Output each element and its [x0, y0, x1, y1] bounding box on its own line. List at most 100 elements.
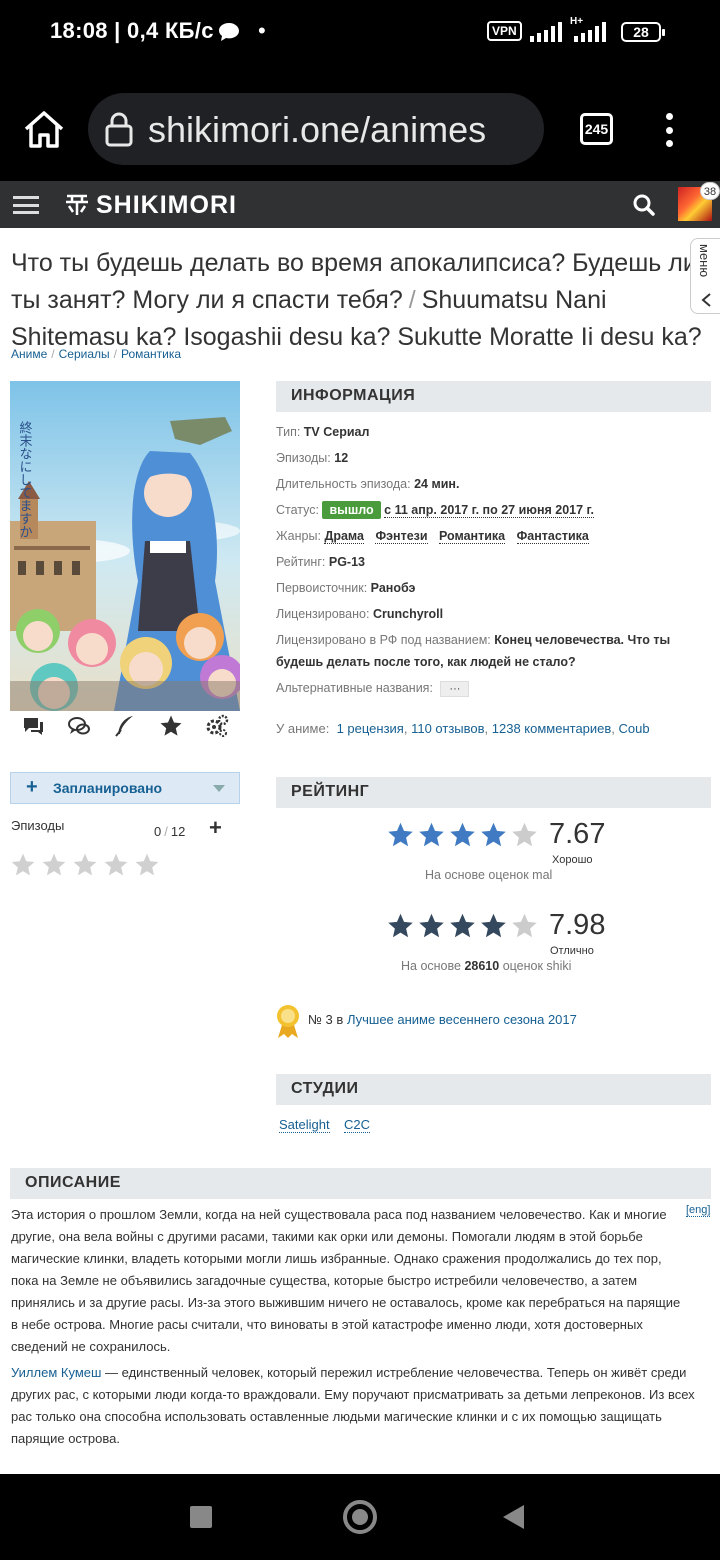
system-navigation-bar [0, 1474, 720, 1560]
studio-c2c[interactable]: C2C [344, 1117, 371, 1133]
user-rating-stars[interactable] [10, 852, 160, 878]
shiki-star-icon [388, 913, 413, 937]
breadcrumb-anime[interactable]: Аниме [11, 347, 47, 361]
url-text: shikimori.one/animes [148, 109, 487, 150]
mal-basis: На основе оценок mal [425, 868, 553, 882]
alt-names-expand[interactable]: ··· [440, 681, 470, 697]
comments-link[interactable]: 1238 комментариев [492, 721, 612, 736]
award-medal-icon [277, 1005, 299, 1038]
hamburger-menu-icon[interactable] [13, 196, 39, 214]
signal-icon [530, 22, 562, 42]
info-type: Тип: TV Сериал [276, 425, 370, 439]
status-time: 18:08 | 0,4 КБ/с [50, 18, 214, 43]
opinions-link[interactable]: 110 отзывов [411, 721, 484, 736]
shiki-basis: На основе 28610 оценок shiki [401, 959, 572, 973]
status-badge: вышло [322, 501, 381, 519]
studio-satelight[interactable]: Satelight [279, 1117, 330, 1133]
studios-heading: СТУДИИ [276, 1074, 711, 1105]
info-licensed-ru: Лицензировано в РФ под названием: Конец … [276, 633, 671, 669]
user-star-icon[interactable] [72, 852, 98, 878]
genre-drama[interactable]: Драма [324, 529, 364, 544]
info-duration: Длительность эпизода: 24 мин. [276, 477, 460, 491]
mal-rating-word: Хорошо [552, 854, 593, 866]
info-status: Статус: вышло с 11 апр. 2017 г. по 27 ию… [276, 501, 594, 519]
status-dot: • [258, 18, 266, 43]
info-episodes: Эпизоды: 12 [276, 451, 349, 465]
side-menu-tab[interactable]: меню [690, 238, 720, 314]
breadcrumb-romance[interactable]: Романтика [121, 347, 181, 361]
shiki-rating-word: Отлично [550, 945, 594, 957]
browser-toolbar: shikimori.one/animes 245 [0, 66, 720, 181]
home-icon[interactable] [22, 109, 66, 149]
plus-icon: + [26, 776, 38, 798]
home-button-icon[interactable] [343, 1500, 377, 1534]
settings-gears-icon[interactable] [205, 714, 229, 738]
svg-text:終末なにしてますか: 終末なにしてますか [17, 420, 33, 538]
coub-link[interactable]: Coub [619, 721, 650, 736]
reviews-link[interactable]: 1 рецензия [337, 721, 404, 736]
search-icon[interactable] [633, 194, 655, 216]
site-logo[interactable]: SHIKIMORI [96, 191, 237, 220]
chat-bubble-icon [219, 23, 239, 41]
user-star-icon[interactable] [103, 852, 129, 878]
character-link[interactable]: Уиллем Кумеш [11, 1365, 101, 1380]
shiki-rating: 7.98 [386, 909, 605, 942]
planned-label: Запланировано [53, 780, 163, 796]
signal-icon-2 [574, 22, 606, 42]
description-heading: ОПИСАНИЕ [10, 1168, 711, 1199]
notification-badge: 38 [700, 182, 720, 200]
mal-rating: 7.67 [386, 818, 605, 851]
lock-icon [105, 112, 133, 147]
english-description-link[interactable]: [eng] [686, 1204, 711, 1217]
genre-romance[interactable]: Романтика [439, 529, 506, 544]
recent-apps-icon[interactable] [190, 1506, 212, 1528]
user-star-icon[interactable] [10, 852, 36, 878]
caret-down-icon[interactable] [213, 785, 225, 792]
info-alt-names: Альтернативные названия: ··· [276, 677, 711, 699]
comments-icon[interactable] [21, 714, 45, 738]
site-header: SHIKIMORI [0, 181, 720, 228]
mal-score: 7.67 [549, 818, 606, 850]
episodes-progress[interactable]: 0/12 [154, 824, 185, 839]
anime-stats-links: У аниме: 1 рецензия, 110 отзывов, 1238 к… [276, 721, 650, 736]
address-bar[interactable]: shikimori.one/animes [88, 93, 544, 165]
rating-heading: РЕЙТИНГ [276, 777, 711, 808]
page-title: Что ты будешь делать во время апокалипси… [11, 245, 711, 356]
vpn-icon: VPN [487, 21, 522, 41]
info-genres: Жанры: Драма Фэнтези Романтика Фантастик… [276, 529, 589, 544]
poster-illustration: 終末なにしてますか [10, 381, 240, 711]
season-rank-link[interactable]: Лучшее аниме весеннего сезона 2017 [347, 1012, 577, 1027]
battery-icon: 28 [621, 22, 665, 42]
genre-scifi[interactable]: Фантастика [516, 529, 589, 544]
info-rating: Рейтинг: PG-13 [276, 555, 365, 569]
shikimori-logo-icon[interactable] [65, 192, 89, 216]
user-star-icon[interactable] [134, 852, 160, 878]
chevron-left-icon [701, 293, 711, 307]
episode-increment-button[interactable]: + [209, 817, 222, 839]
planned-status-button[interactable]: + Запланировано [10, 772, 240, 804]
shiki-star-icon [419, 913, 444, 937]
mal-star-icon [388, 822, 413, 846]
more-menu-icon[interactable] [664, 113, 674, 147]
mal-star-icon [419, 822, 444, 846]
mal-rating-stars [386, 821, 539, 849]
user-star-icon[interactable] [41, 852, 67, 878]
description-paragraph-2: Уиллем Кумеш — единственный человек, кот… [11, 1365, 695, 1446]
back-icon[interactable] [503, 1505, 524, 1529]
info-heading: ИНФОРМАЦИЯ [276, 381, 711, 412]
mal-star-icon [512, 822, 537, 846]
tabs-button[interactable]: 245 [580, 113, 613, 145]
reviews-icon[interactable] [67, 714, 91, 738]
description-paragraph-1: Эта история о прошлом Земли, когда на не… [11, 1207, 681, 1354]
title-separator: / [408, 286, 416, 314]
shiki-star-icon [450, 913, 475, 937]
edit-feather-icon[interactable] [113, 714, 137, 738]
episodes-label: Эпизоды [11, 818, 65, 833]
genre-fantasy[interactable]: Фэнтези [375, 529, 428, 544]
breadcrumb-series[interactable]: Сериалы [59, 347, 110, 361]
info-licensed: Лицензировано: Crunchyroll [276, 607, 444, 621]
anime-poster[interactable]: 終末なにしてますか [10, 381, 240, 711]
mal-star-icon [450, 822, 475, 846]
favorite-star-icon[interactable] [159, 714, 183, 738]
shiki-star-icon [481, 913, 506, 937]
